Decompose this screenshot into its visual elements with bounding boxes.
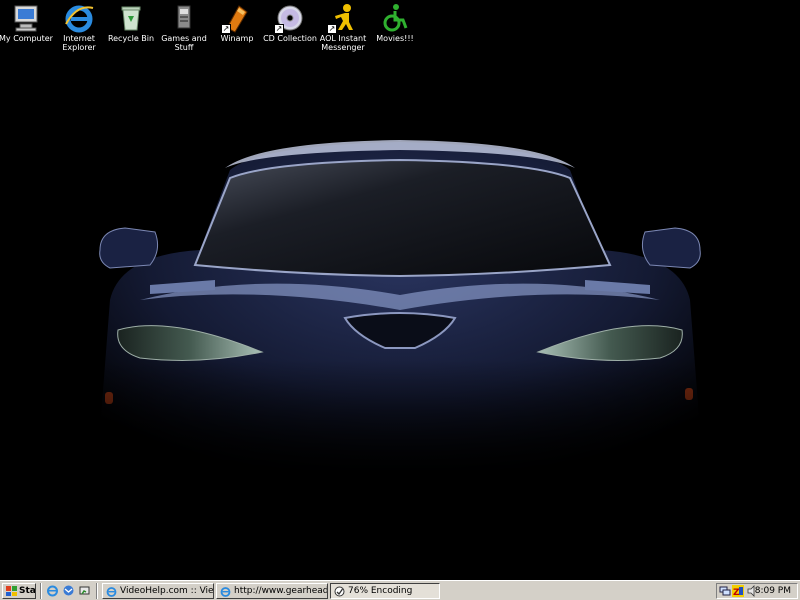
taskbar: Start VideoHelp.com :: View Fo... http:/… (0, 580, 800, 600)
desktop-icon-label: AOL Instant Messenger (319, 34, 367, 52)
desktop-icon-label: My Computer (0, 34, 53, 43)
desktop-icon-games-and-stuff[interactable]: Games and Stuff (154, 0, 214, 52)
cd-icon: ↗ (274, 2, 306, 34)
desktop-icon-movies[interactable]: Movies!!! (365, 0, 425, 43)
task-button-gearheadracing[interactable]: http://www.gearheadraci... (216, 583, 328, 599)
outlook-icon[interactable] (62, 584, 75, 597)
my-computer-icon (10, 2, 42, 34)
start-label: Start (19, 586, 36, 596)
shortcut-arrow-icon: ↗ (274, 24, 284, 34)
folder-icon (168, 2, 200, 34)
svg-text:Z: Z (733, 588, 740, 597)
system-tray: Z 8:09 PM (716, 583, 798, 599)
task-button-videohelp[interactable]: VideoHelp.com :: View Fo... (102, 583, 214, 599)
car-front-wallpaper (90, 140, 710, 480)
windows-flag-icon (6, 586, 17, 596)
desktop-icon-label: Winamp (220, 34, 254, 43)
internet-explorer-icon[interactable] (46, 584, 59, 597)
encoder-icon (334, 586, 345, 597)
clock[interactable]: 8:09 PM (755, 586, 791, 596)
desktop-icon-label: Recycle Bin (107, 34, 155, 43)
movies-icon (379, 2, 411, 34)
internet-explorer-icon (106, 586, 117, 597)
taskbar-separator (40, 583, 42, 599)
desktop-icon-internet-explorer[interactable]: Internet Explorer (49, 0, 109, 52)
show-desktop-icon[interactable] (78, 584, 91, 597)
desktop[interactable]: My Computer Internet Explorer Recycle Bi… (0, 0, 800, 580)
desktop-icon-label: Movies!!! (376, 34, 414, 43)
task-label: VideoHelp.com :: View Fo... (120, 586, 214, 596)
aim-icon: ↗ (327, 2, 359, 34)
shortcut-arrow-icon: ↗ (327, 24, 337, 34)
task-button-encoding[interactable]: 76% Encoding (330, 583, 440, 599)
recycle-bin-icon (115, 2, 147, 34)
desktop-icon-recycle-bin[interactable]: Recycle Bin (101, 0, 161, 43)
network-icon[interactable] (719, 585, 731, 597)
internet-explorer-icon (220, 586, 231, 597)
task-label: 76% Encoding (348, 586, 413, 596)
zonealarm-icon[interactable]: Z (732, 585, 744, 597)
desktop-icon-label: Games and Stuff (161, 34, 207, 52)
desktop-icon-label: Internet Explorer (62, 34, 96, 52)
internet-explorer-icon (63, 2, 95, 34)
start-button[interactable]: Start (2, 583, 36, 599)
desktop-icon-winamp[interactable]: ↗ Winamp (207, 0, 267, 43)
desktop-icon-aol-instant-messenger[interactable]: ↗ AOL Instant Messenger (313, 0, 373, 52)
desktop-icon-my-computer[interactable]: My Computer (0, 0, 56, 43)
desktop-icon-cd-collection[interactable]: ↗ CD Collection (260, 0, 320, 43)
winamp-icon: ↗ (221, 2, 253, 34)
taskbar-separator (96, 583, 98, 599)
desktop-icon-label: CD Collection (263, 34, 317, 43)
shortcut-arrow-icon: ↗ (221, 24, 231, 34)
task-label: http://www.gearheadraci... (234, 586, 328, 596)
